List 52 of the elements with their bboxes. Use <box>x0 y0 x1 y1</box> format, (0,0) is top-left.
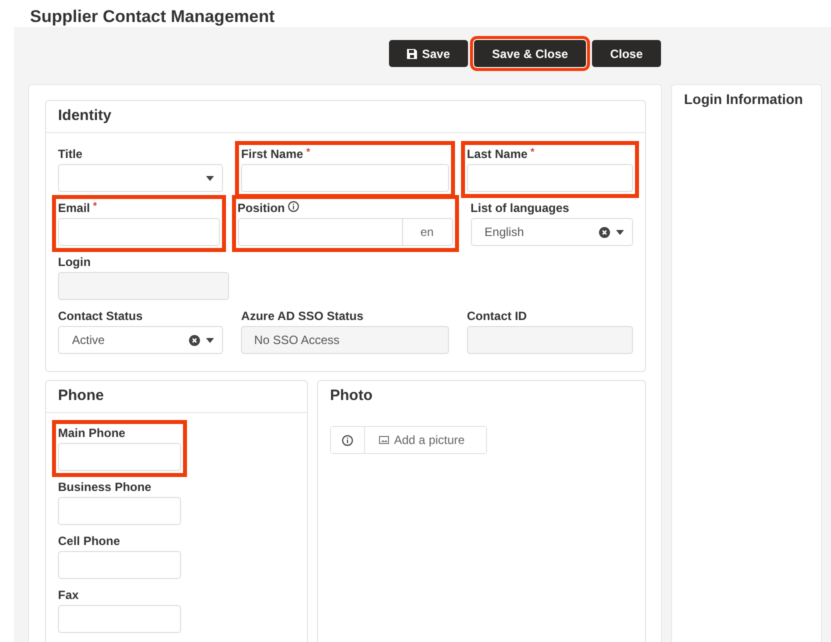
required-mark: * <box>93 201 97 212</box>
input-field[interactable] <box>466 164 633 192</box>
select-value: Active <box>72 333 106 347</box>
field-label: Position <box>238 201 453 215</box>
input-field[interactable] <box>241 164 449 192</box>
section-title: Identity <box>58 107 112 124</box>
field-label: Business Phone <box>58 480 152 494</box>
field-label: Contact Status <box>58 309 144 323</box>
input-field[interactable] <box>58 605 181 633</box>
section-title: Phone <box>58 387 104 404</box>
field-label: Login <box>58 255 92 269</box>
required-mark: * <box>530 147 534 158</box>
info-icon <box>288 201 299 212</box>
caret-icon <box>616 230 624 234</box>
language-addon: en <box>402 219 452 245</box>
field-label: First Name * <box>241 147 312 161</box>
field-label: Main Phone <box>58 426 126 440</box>
clear-icon[interactable] <box>599 226 610 238</box>
highlighted-button[interactable]: Save & Close <box>474 40 586 67</box>
input-field[interactable] <box>58 497 181 525</box>
section-title: Photo <box>330 387 372 404</box>
readonly-field[interactable]: No SSO Access <box>241 326 449 354</box>
caret-icon <box>206 338 214 342</box>
panel-title: Login Information <box>684 91 803 107</box>
field-label: Title <box>58 147 84 161</box>
info-button[interactable] <box>331 427 365 453</box>
readonly-field[interactable] <box>58 272 229 300</box>
toolbar-button[interactable]: Close <box>592 40 661 67</box>
image-icon <box>379 436 389 444</box>
field-label: Last Name * <box>466 147 536 161</box>
select-field[interactable]: Active <box>58 326 224 354</box>
page-title: Supplier Contact Management <box>29 6 276 27</box>
input-field[interactable] <box>58 443 181 471</box>
field-label: List of languages <box>470 201 570 215</box>
input-field[interactable] <box>58 218 220 246</box>
field-label: Contact ID <box>466 309 528 323</box>
toolbar-button[interactable]: Save <box>389 40 468 67</box>
field-label: Email * <box>58 201 98 215</box>
field-label: Azure AD SSO Status <box>241 309 364 323</box>
select-field[interactable]: English <box>470 218 633 246</box>
input-field[interactable]: en <box>238 218 453 246</box>
info-icon <box>342 434 353 446</box>
readonly-field[interactable] <box>466 326 633 354</box>
required-mark: * <box>306 147 310 158</box>
floppy-icon <box>407 48 417 58</box>
input-field[interactable] <box>58 551 181 579</box>
caret-icon <box>206 176 214 180</box>
field-label: Fax <box>58 588 80 602</box>
clear-icon[interactable] <box>189 334 200 346</box>
field-label: Cell Phone <box>58 534 122 548</box>
select-field[interactable] <box>58 164 224 192</box>
select-value: English <box>484 225 525 239</box>
